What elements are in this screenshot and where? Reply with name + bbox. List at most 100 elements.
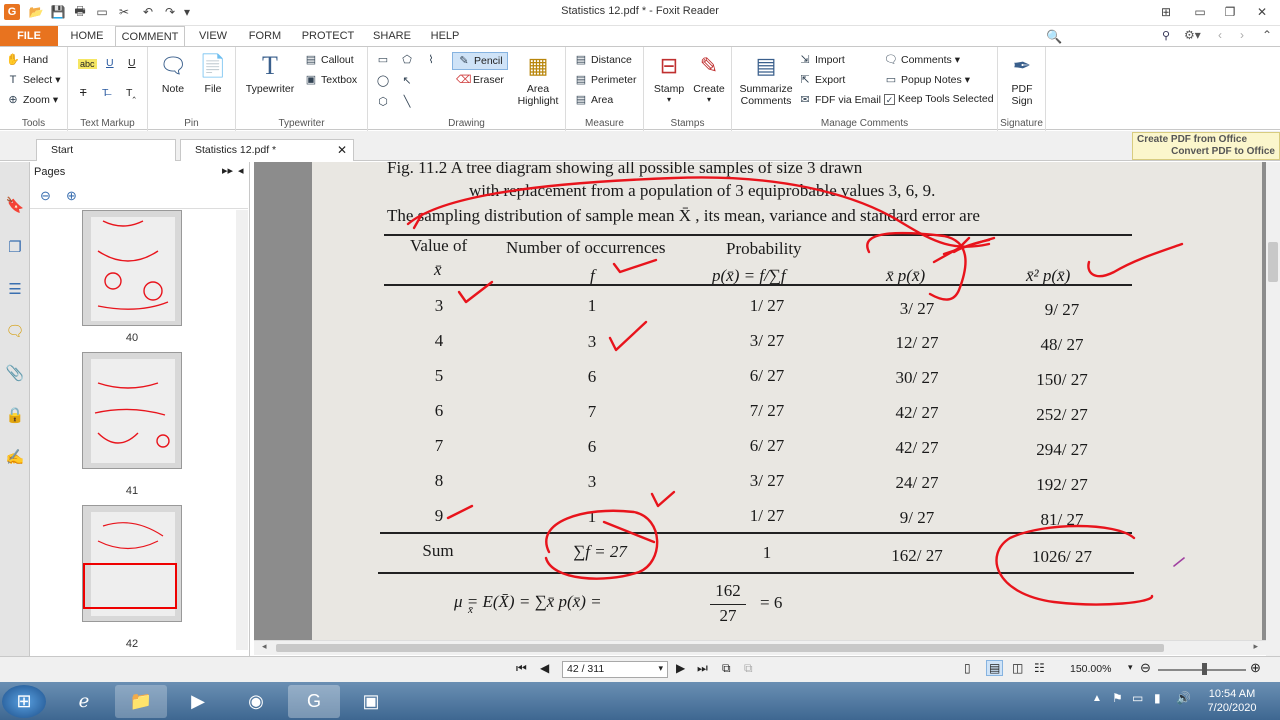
comments-panel-icon[interactable]: 🗨 xyxy=(5,322,25,342)
zoom-slider-handle[interactable] xyxy=(1202,663,1207,675)
document-viewport[interactable]: Fig. 11.2 A tree diagram showing all pos… xyxy=(254,162,1266,640)
scroll-thumb[interactable] xyxy=(276,644,1164,652)
previous-view-icon[interactable]: ⧉ xyxy=(722,661,731,676)
foxit-reader-icon[interactable]: G xyxy=(288,685,340,718)
tab-file[interactable]: FILE xyxy=(0,26,58,46)
callout-button[interactable]: ▤ Callout xyxy=(304,53,354,67)
underline-icon[interactable]: U xyxy=(128,57,136,69)
page-thumbnail[interactable] xyxy=(82,210,182,326)
next-page-icon[interactable]: ▶ xyxy=(676,661,685,675)
hand-tool[interactable]: ✋ Hand xyxy=(6,53,48,67)
comments-dropdown[interactable]: 🗨 Comments ▾ xyxy=(884,53,960,67)
chrome-icon[interactable]: ◉ xyxy=(230,685,282,718)
perimeter-tool[interactable]: ▤ Perimeter xyxy=(574,73,637,87)
oval-tool[interactable]: ◯ xyxy=(376,74,390,88)
rectangle-tool[interactable]: ▭ xyxy=(376,53,390,67)
create-pdf-banner[interactable]: Create PDF from Office Convert PDF to Of… xyxy=(1132,132,1280,160)
zoom-in-thumb-icon[interactable]: ⊕ xyxy=(66,188,77,204)
show-hidden-icons[interactable]: ▲ xyxy=(1092,693,1102,704)
tab-statistics-pdf[interactable]: Statistics 12.pdf * ✕ xyxy=(180,139,354,161)
minimize-icon[interactable]: ▭ xyxy=(1192,4,1208,20)
next-result-icon[interactable]: › xyxy=(1240,28,1244,42)
line-tool[interactable]: ╲ xyxy=(400,95,414,109)
zoom-out-thumb-icon[interactable]: ⊖ xyxy=(40,188,51,204)
tab-protect[interactable]: PROTECT xyxy=(296,26,360,46)
zoom-in-icon[interactable]: ⊕ xyxy=(1250,660,1261,676)
action-center-icon[interactable]: ⚑ xyxy=(1112,691,1123,705)
select-tool[interactable]: T Select ▾ xyxy=(6,73,61,87)
zoom-tool[interactable]: ⊕ Zoom ▾ xyxy=(6,93,58,107)
popup-notes-dropdown[interactable]: ▭ Popup Notes ▾ xyxy=(884,73,970,87)
replace-text-icon[interactable]: T̶ xyxy=(102,87,108,99)
textbox-button[interactable]: ▣ Textbox xyxy=(304,73,357,87)
layout-icon[interactable]: ⊞ xyxy=(1158,4,1174,20)
page-number-input[interactable]: 42 / 311 ▾ xyxy=(562,661,668,678)
collapse-panel-icon[interactable]: ◂ xyxy=(238,164,244,177)
highlight-icon[interactable]: abc xyxy=(78,59,97,69)
insert-text-icon[interactable]: T‸ xyxy=(126,87,136,99)
first-page-icon[interactable]: ⏮ xyxy=(516,661,527,676)
file-explorer-icon[interactable]: 📁 xyxy=(115,685,167,718)
internet-explorer-icon[interactable]: ℯ xyxy=(58,685,110,718)
expand-panel-icon[interactable]: ▸▸ xyxy=(222,164,233,177)
strikeout-icon[interactable]: T xyxy=(80,87,86,99)
summarize-comments-button[interactable]: ▤ Summarize Comments xyxy=(738,51,794,107)
network-icon[interactable]: ▮ xyxy=(1154,691,1161,705)
layers-icon[interactable]: ☰ xyxy=(5,280,25,300)
facing-page-icon[interactable]: ◫ xyxy=(1012,661,1023,675)
next-view-icon[interactable]: ⧉ xyxy=(744,661,753,676)
tab-help[interactable]: HELP xyxy=(424,26,466,46)
page-thumbnail[interactable] xyxy=(82,352,182,469)
import-button[interactable]: ⇲ Import xyxy=(798,53,844,67)
eraser-tool[interactable]: ⌫ Eraser xyxy=(456,73,504,87)
security-lock-icon[interactable]: 🔒 xyxy=(5,406,25,426)
zoom-app-icon[interactable]: ▣ xyxy=(345,685,397,718)
tab-comment[interactable]: COMMENT xyxy=(115,26,185,47)
settings-gear-icon[interactable]: ⚙▾ xyxy=(1184,28,1201,42)
squiggly-icon[interactable]: U xyxy=(106,57,114,69)
panel-scrollbar[interactable] xyxy=(236,210,248,650)
single-page-icon[interactable]: ▯ xyxy=(964,661,971,675)
tab-view[interactable]: VIEW xyxy=(190,26,236,46)
area-tool[interactable]: ▤ Area xyxy=(574,93,613,107)
pages-icon[interactable]: ❐ xyxy=(5,238,25,258)
export-button[interactable]: ⇱ Export xyxy=(798,73,845,87)
typewriter-button[interactable]: T Typewriter xyxy=(242,51,298,95)
horizontal-scrollbar[interactable]: ◂ ▸ xyxy=(254,640,1266,655)
zoom-dropdown-icon[interactable]: ▾ xyxy=(1128,662,1133,673)
tab-share[interactable]: SHARE xyxy=(366,26,418,46)
close-tab-icon[interactable]: ✕ xyxy=(337,143,347,157)
zoom-level[interactable]: 150.00% xyxy=(1070,663,1111,675)
arrow-tool[interactable]: ↖ xyxy=(400,74,414,88)
prev-page-icon[interactable]: ◀ xyxy=(540,661,549,675)
create-stamp-button[interactable]: ✎ Create ▾ xyxy=(690,51,728,104)
maximize-icon[interactable]: ❐ xyxy=(1222,4,1238,20)
scroll-right-icon[interactable]: ▸ xyxy=(1253,641,1258,652)
close-icon[interactable]: ✕ xyxy=(1254,4,1270,20)
pdf-sign-button[interactable]: ✒ PDF Sign xyxy=(1002,51,1042,107)
bookmarks-icon[interactable]: 🔖 xyxy=(5,196,25,216)
attachments-icon[interactable]: 📎 xyxy=(5,364,25,384)
cloud-tool[interactable]: ⌇ xyxy=(424,53,438,67)
start-button-icon[interactable]: ⊞ xyxy=(2,685,46,718)
scroll-thumb[interactable] xyxy=(1268,242,1278,282)
distance-tool[interactable]: ▤ Distance xyxy=(574,53,632,67)
tab-form[interactable]: FORM xyxy=(242,26,288,46)
continuous-page-icon[interactable]: ▤ xyxy=(986,660,1004,676)
polygon-tool[interactable]: ⬠ xyxy=(400,53,414,67)
tab-start[interactable]: Start xyxy=(36,139,176,161)
display-icon[interactable]: ▭ xyxy=(1132,691,1143,705)
system-clock[interactable]: 10:54 AM 7/20/2020 xyxy=(1200,687,1264,715)
volume-icon[interactable]: 🔊 xyxy=(1176,691,1191,705)
zoom-out-icon[interactable]: ⊖ xyxy=(1140,660,1151,676)
tab-home[interactable]: HOME xyxy=(62,26,112,46)
stamp-button[interactable]: ⊟ Stamp ▾ xyxy=(650,51,688,104)
area-highlight-button[interactable]: ▦ Area Highlight xyxy=(514,51,562,107)
continuous-facing-icon[interactable]: ☷ xyxy=(1034,661,1045,675)
page-thumbnail-current[interactable] xyxy=(82,505,182,622)
media-player-icon[interactable]: ▶ xyxy=(172,685,224,718)
file-button[interactable]: 📄 File xyxy=(196,51,230,95)
vertical-scrollbar[interactable] xyxy=(1266,162,1280,656)
collapse-ribbon-icon[interactable]: ⌃ xyxy=(1262,28,1272,42)
last-page-icon[interactable]: ⏭ xyxy=(697,661,708,676)
